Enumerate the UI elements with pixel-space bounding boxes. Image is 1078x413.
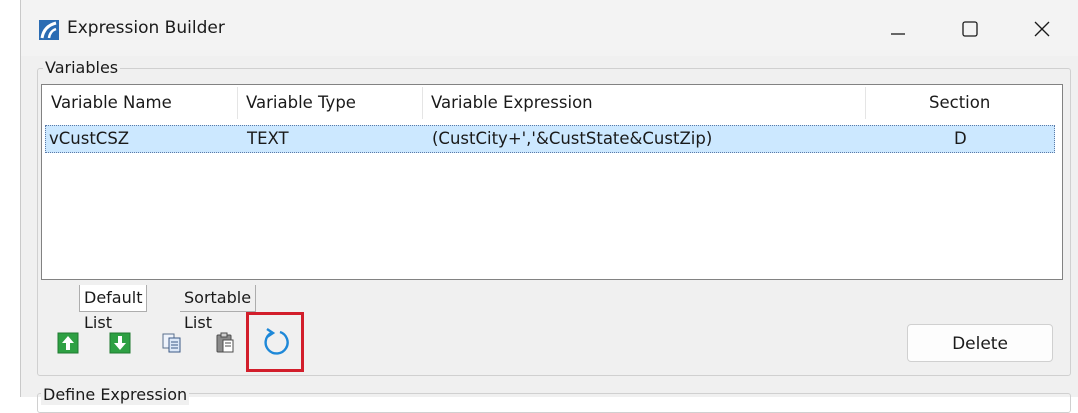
move-down-button[interactable] xyxy=(109,332,131,354)
paste-button[interactable] xyxy=(214,332,236,354)
refresh-icon xyxy=(264,328,289,355)
column-divider[interactable] xyxy=(865,87,866,119)
column-header-section[interactable]: Section xyxy=(929,85,990,121)
title-bar: Expression Builder xyxy=(21,0,1078,56)
column-divider[interactable] xyxy=(422,87,423,119)
cell-variable-expression: (CustCity+','&CustState&CustZip) xyxy=(432,129,713,148)
move-up-icon xyxy=(57,332,79,354)
cell-section: D xyxy=(954,129,967,148)
maximize-button[interactable] xyxy=(950,12,990,46)
minimize-button[interactable] xyxy=(878,12,918,46)
list-header: Variable Name Variable Type Variable Exp… xyxy=(42,85,1062,121)
app-logo-icon xyxy=(39,20,59,40)
move-up-button[interactable] xyxy=(57,332,79,354)
close-icon xyxy=(1034,21,1050,37)
variables-list[interactable]: Variable Name Variable Type Variable Exp… xyxy=(41,84,1063,280)
paste-icon xyxy=(216,332,234,353)
expression-builder-window: Expression Builder Variables Variable Na… xyxy=(20,0,1078,413)
tab-sortable-list[interactable]: Sortable List xyxy=(180,285,257,332)
copy-button[interactable] xyxy=(161,332,183,354)
define-expression-group-label: Define Expression xyxy=(41,385,190,405)
refresh-button[interactable] xyxy=(262,327,290,357)
cell-variable-name: vCustCSZ xyxy=(49,129,130,148)
column-header-variable-name[interactable]: Variable Name xyxy=(51,85,172,121)
column-header-variable-expression[interactable]: Variable Expression xyxy=(431,85,593,121)
maximize-icon xyxy=(962,21,978,37)
column-divider[interactable] xyxy=(237,87,238,119)
define-expression-group xyxy=(37,393,1071,413)
window-title: Expression Builder xyxy=(67,18,225,38)
close-button[interactable] xyxy=(1022,12,1062,46)
column-header-variable-type[interactable]: Variable Type xyxy=(246,85,356,121)
cell-variable-type: TEXT xyxy=(247,129,289,148)
copy-icon xyxy=(162,333,181,353)
delete-button[interactable]: Delete xyxy=(907,324,1053,362)
variables-group-label: Variables xyxy=(43,58,121,78)
minimize-icon xyxy=(891,33,905,35)
table-row[interactable]: vCustCSZ TEXT (CustCity+','&CustState&Cu… xyxy=(45,125,1055,153)
tab-default-list[interactable]: Default List xyxy=(79,285,148,332)
move-down-icon xyxy=(109,332,131,354)
